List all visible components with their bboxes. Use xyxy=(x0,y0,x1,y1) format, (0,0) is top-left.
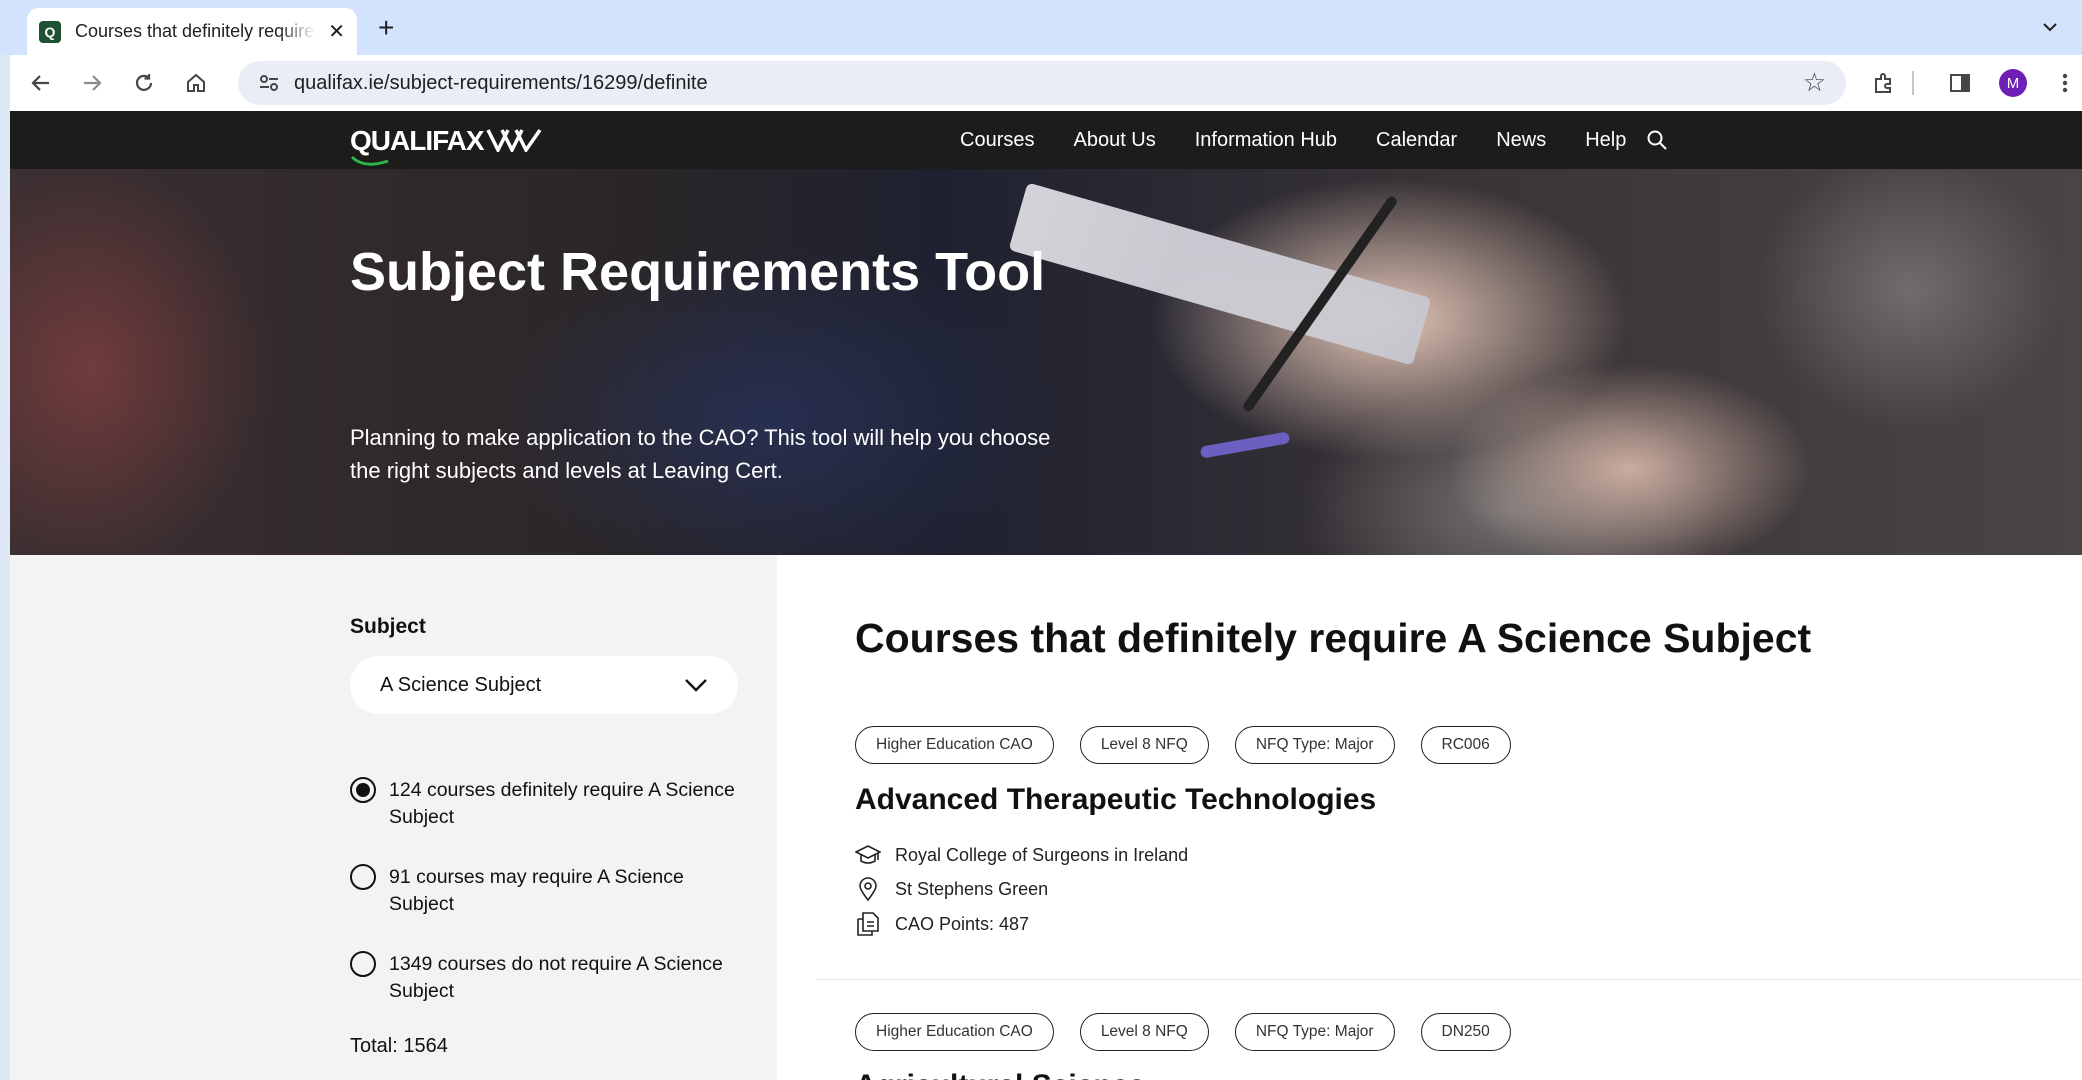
new-tab-button[interactable]: + xyxy=(378,12,394,44)
course-title-link[interactable]: Advanced Therapeutic Technologies xyxy=(855,783,1376,817)
back-button[interactable] xyxy=(23,65,59,101)
badge-course-code: DN250 xyxy=(1420,1013,1511,1051)
subject-selected-value: A Science Subject xyxy=(380,673,542,696)
option-may-require[interactable]: 91 courses may require A Science Subject xyxy=(350,864,740,918)
nav-calendar[interactable]: Calendar xyxy=(1376,129,1457,152)
profile-button[interactable]: M xyxy=(1995,65,2031,101)
badge-nfq-type: NFQ Type: Major xyxy=(1234,1013,1395,1051)
logo-stripes-icon xyxy=(485,128,541,154)
hero-subtitle: Planning to make application to the CAO?… xyxy=(350,425,1051,483)
main-nav: Courses About Us Information Hub Calenda… xyxy=(960,111,1668,169)
course-badges: Higher Education CAO Level 8 NFQ NFQ Typ… xyxy=(855,1013,1537,1051)
college-name: Royal College of Surgeons in Ireland xyxy=(895,844,1189,865)
cao-points: CAO Points: 487 xyxy=(895,913,1030,934)
filter-sidebar: Subject A Science Subject 124 courses de… xyxy=(10,555,777,1080)
nav-help[interactable]: Help xyxy=(1585,129,1626,152)
option-label: 124 courses definitely require A Science… xyxy=(389,779,735,828)
reload-button[interactable] xyxy=(126,65,162,101)
tab-search-chevron-icon[interactable] xyxy=(2042,16,2058,37)
location-text: St Stephens Green xyxy=(895,878,1049,899)
favicon-icon: Q xyxy=(39,20,61,43)
course-location: St Stephens Green xyxy=(855,876,1048,902)
search-icon[interactable] xyxy=(1646,129,1668,151)
browser-tabstrip: Q Courses that definitely require A Scie… xyxy=(0,0,2082,55)
logo-swoosh-icon xyxy=(350,155,389,166)
option-label: 1349 courses do not require A Science Su… xyxy=(389,953,723,1002)
course-title-link[interactable]: Agricultural Science xyxy=(855,1069,1145,1080)
home-button[interactable] xyxy=(178,65,214,101)
radio-button[interactable] xyxy=(350,864,376,890)
results-heading: Courses that definitely require A Scienc… xyxy=(855,615,1812,661)
badge-nfq-level: Level 8 NFQ xyxy=(1079,726,1209,764)
browser-toolbar: qualifax.ie/subject-requirements/16299/d… xyxy=(10,55,2082,111)
result-divider xyxy=(817,979,2082,980)
subject-label: Subject xyxy=(350,615,426,638)
home-icon xyxy=(187,73,205,92)
badge-education-type: Higher Education CAO xyxy=(855,726,1054,764)
option-do-not-require[interactable]: 1349 courses do not require A Science Su… xyxy=(350,951,740,1005)
course-badges: Higher Education CAO Level 8 NFQ NFQ Typ… xyxy=(855,726,1537,764)
forward-arrow-icon xyxy=(84,75,102,91)
site-info-icon[interactable] xyxy=(258,72,280,94)
browser-menu-button[interactable] xyxy=(2047,65,2082,101)
radio-button-selected[interactable] xyxy=(350,777,376,803)
reload-icon xyxy=(135,74,153,91)
radio-button[interactable] xyxy=(350,951,376,977)
nav-about-us[interactable]: About Us xyxy=(1073,129,1155,152)
total-count: Total: 1564 xyxy=(350,1035,448,1057)
results-panel: Courses that definitely require A Scienc… xyxy=(777,555,2082,1080)
side-panel-icon xyxy=(1950,74,1970,92)
hero-banner: Subject Requirements Tool Planning to ma… xyxy=(10,169,2082,555)
documents-icon xyxy=(857,912,879,936)
chevron-down-icon xyxy=(685,679,707,692)
subject-dropdown[interactable]: A Science Subject xyxy=(350,656,738,714)
option-definitely-require[interactable]: 124 courses definitely require A Science… xyxy=(350,777,740,831)
page-title: Subject Requirements Tool xyxy=(350,242,1046,302)
tab-title: Courses that definitely require A Scienc… xyxy=(75,21,315,41)
browser-tab-active[interactable]: Q Courses that definitely require A Scie… xyxy=(27,8,357,55)
badge-nfq-type: NFQ Type: Major xyxy=(1234,726,1395,764)
map-pin-icon xyxy=(859,877,877,902)
nav-courses[interactable]: Courses xyxy=(960,129,1034,152)
badge-nfq-level: Level 8 NFQ xyxy=(1079,1013,1209,1051)
nav-information-hub[interactable]: Information Hub xyxy=(1195,129,1337,152)
back-arrow-icon xyxy=(31,75,49,91)
puzzle-icon xyxy=(1875,73,1891,93)
course-college: Royal College of Surgeons in Ireland xyxy=(855,842,1188,868)
course-points: CAO Points: 487 xyxy=(855,911,1029,937)
option-label: 91 courses may require A Science Subject xyxy=(389,866,684,915)
address-bar[interactable]: qualifax.ie/subject-requirements/16299/d… xyxy=(238,61,1846,105)
badge-education-type: Higher Education CAO xyxy=(855,1013,1054,1051)
toolbar-separator xyxy=(1912,71,1914,95)
hero-photo-notebook xyxy=(1008,182,1432,366)
webpage: QUALIFAX Courses About Us Information Hu… xyxy=(10,111,2082,1080)
badge-course-code: RC006 xyxy=(1420,726,1511,764)
site-header: QUALIFAX Courses About Us Information Hu… xyxy=(10,111,2082,169)
graduation-cap-icon xyxy=(855,845,881,864)
url-text[interactable]: qualifax.ie/subject-requirements/16299/d… xyxy=(294,72,708,95)
hero-photo-marker xyxy=(1199,431,1291,459)
bookmark-star-icon[interactable]: ☆ xyxy=(1803,67,1826,98)
close-tab-icon[interactable]: ✕ xyxy=(328,19,345,44)
kebab-menu-icon xyxy=(2062,73,2068,93)
avatar: M xyxy=(1999,69,2027,97)
nav-news[interactable]: News xyxy=(1496,129,1546,152)
side-panel-button[interactable] xyxy=(1942,65,1978,101)
extensions-button[interactable] xyxy=(1866,65,1902,101)
forward-button[interactable] xyxy=(74,65,110,101)
